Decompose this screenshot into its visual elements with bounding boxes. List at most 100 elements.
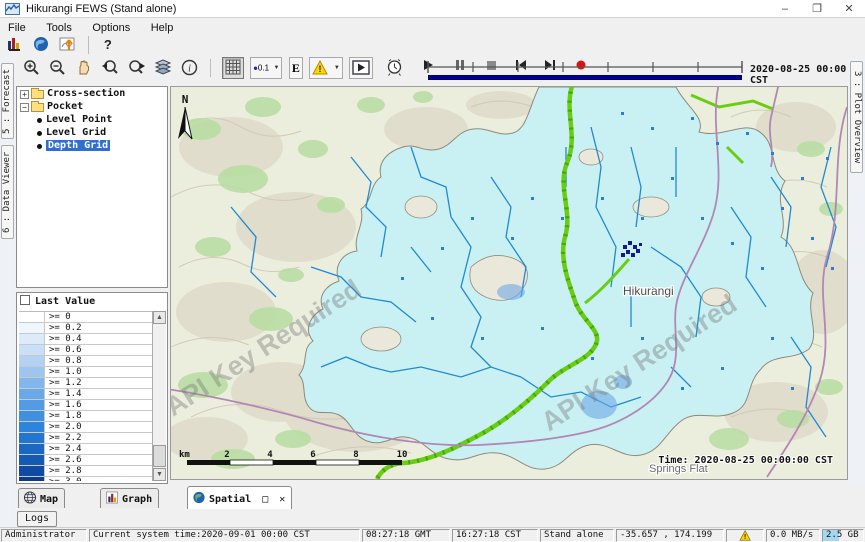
bar-chart-icon [105, 491, 119, 504]
database-explorer-icon[interactable] [5, 35, 25, 55]
legend-scrollbar[interactable]: ▲ ▼ [152, 311, 166, 481]
tab-spatial[interactable]: Spatial □ ✕ [187, 486, 292, 509]
close-button[interactable]: ✕ [833, 0, 865, 18]
zoom-in-icon[interactable] [21, 58, 41, 78]
filter-tree: + Cross-section −Pocket Level Point Level… [16, 86, 168, 288]
svg-text:km: km [179, 450, 190, 460]
point-size-dropdown[interactable]: ●0.1 ▼ [250, 57, 282, 79]
legend-panel: Last Value >= 0 >= 0.2 >= 0.4 >= 0.6 >= … [16, 292, 168, 484]
tree-item-depth-grid[interactable]: Depth Grid [17, 140, 167, 152]
pan-hand-icon[interactable] [74, 58, 94, 78]
svg-text:10: 10 [397, 450, 408, 460]
logs-button[interactable]: Logs [17, 511, 57, 527]
bullet-icon [37, 118, 42, 123]
legend-swatch [19, 378, 45, 388]
svg-text:N: N [182, 93, 189, 106]
legend-row: >= 2.2 [19, 433, 153, 444]
legend-row: >= 1.2 [19, 378, 153, 389]
scroll-up-icon[interactable]: ▲ [153, 311, 166, 324]
legend-row: >= 3.0 [19, 477, 153, 481]
expand-icon[interactable]: + [20, 90, 29, 99]
status-system-time: Current system time:2020-09-01 00:00 CST [89, 529, 360, 542]
menu-help[interactable]: Help [143, 20, 182, 36]
warning-threshold-dropdown[interactable]: ! ▼ [309, 57, 342, 79]
zoom-previous-icon[interactable] [100, 58, 120, 78]
tree-item-pocket[interactable]: −Pocket [17, 101, 167, 113]
minimize-button[interactable]: – [769, 0, 801, 18]
menu-bar: File Tools Options Help [0, 18, 865, 35]
time-slider[interactable] [425, 59, 745, 83]
bullet-icon [37, 131, 42, 136]
label-toggle-icon[interactable]: E [289, 57, 303, 79]
timeseries-display-icon[interactable] [58, 35, 78, 55]
main-toolbar: ? [0, 35, 865, 57]
tab-maximize-icon[interactable]: □ [262, 494, 268, 505]
tree-item-label: Level Grid [46, 127, 106, 138]
svg-text:8: 8 [353, 450, 358, 460]
display-tabs: Map Graph Spatial □ ✕ [15, 486, 865, 509]
status-gmt-time: 08:27:18 GMT [362, 529, 450, 542]
status-mode: Stand alone [540, 529, 614, 542]
folder-icon [31, 90, 44, 99]
map-globe-icon[interactable] [31, 35, 51, 55]
tab-graph[interactable]: Graph [100, 488, 159, 508]
legend-row: >= 0 [19, 312, 153, 323]
tree-item-label: Cross-section [47, 88, 125, 99]
tab-plot-overview[interactable]: 3 : Plot Overview [850, 61, 863, 173]
zoom-next-icon[interactable] [127, 58, 147, 78]
timeline-period-bar [428, 75, 742, 80]
status-user: Administrator [1, 529, 87, 542]
status-warning-icon[interactable]: ! [726, 529, 764, 542]
menu-file[interactable]: File [0, 20, 34, 36]
legend-swatch [19, 400, 45, 410]
status-coordinates: -35.657 , 174.199 [616, 529, 724, 542]
tab-forecast[interactable]: 5 : Forecast [1, 63, 14, 139]
tree-item-label-selected: Depth Grid [46, 140, 110, 151]
scrollbar-thumb[interactable] [153, 445, 166, 467]
tree-item-cross-section[interactable]: + Cross-section [17, 88, 167, 100]
maximize-button[interactable]: ❐ [801, 0, 833, 18]
right-tab-strip: 3 : Plot Overview [848, 57, 865, 486]
tab-spatial-label: Spatial [209, 494, 251, 505]
layers-icon[interactable] [153, 58, 173, 78]
menu-options[interactable]: Options [84, 20, 138, 36]
legend-swatch [19, 367, 45, 377]
legend-swatch [19, 323, 45, 333]
legend-swatch [19, 411, 45, 421]
app-logo-icon [5, 3, 20, 15]
tab-data-viewer[interactable]: 6 : Data Viewer [1, 145, 14, 239]
grid-icon[interactable] [222, 57, 244, 79]
tree-item-level-point[interactable]: Level Point [17, 114, 167, 126]
collapse-icon[interactable]: − [20, 103, 29, 112]
scroll-down-icon[interactable]: ▼ [153, 468, 166, 481]
label-letter: E [292, 61, 300, 75]
legend-row: >= 0.8 [19, 356, 153, 367]
spatial-map[interactable]: API Key Required API Key Required Hikura… [170, 86, 848, 480]
bullet-icon [37, 144, 42, 149]
legend-row: >= 2.4 [19, 444, 153, 455]
menu-tools[interactable]: Tools [38, 20, 80, 36]
legend-row: >= 0.2 [19, 323, 153, 334]
svg-text:2: 2 [224, 450, 229, 460]
help-icon[interactable]: ? [100, 35, 116, 55]
last-value-checkbox[interactable] [20, 295, 30, 305]
svg-text:4: 4 [267, 450, 273, 460]
point-size-value: 0.1 [258, 63, 269, 72]
legend-header: Last Value [17, 293, 167, 309]
tree-item-level-grid[interactable]: Level Grid [17, 127, 167, 139]
legend-row: >= 2.0 [19, 422, 153, 433]
zoom-out-icon[interactable] [47, 58, 67, 78]
legend-swatch [19, 345, 45, 355]
movie-player-icon[interactable] [349, 57, 373, 79]
tab-graph-label: Graph [122, 494, 152, 505]
window-title: Hikurangi FEWS (Stand alone) [26, 3, 176, 15]
legend-swatch [19, 312, 45, 322]
tab-map[interactable]: Map [18, 488, 65, 508]
tab-close-icon[interactable]: ✕ [279, 494, 285, 505]
info-icon[interactable]: i [180, 58, 200, 78]
title-bar: Hikurangi FEWS (Stand alone) – ❐ ✕ [0, 0, 865, 18]
svg-text:!: ! [319, 64, 322, 74]
folder-icon [31, 103, 44, 112]
legend-row: >= 1.4 [19, 389, 153, 400]
animation-timer-icon[interactable] [385, 58, 405, 78]
